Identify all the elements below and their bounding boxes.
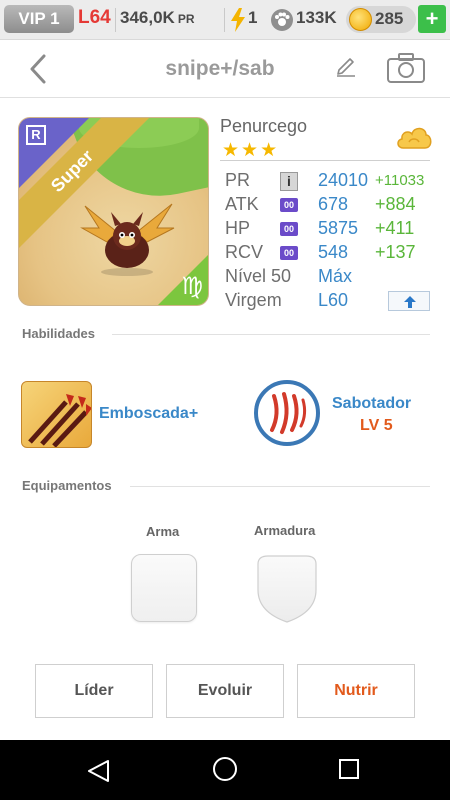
rarity-badge: R <box>26 125 46 145</box>
power-value: 346,0K <box>120 8 175 27</box>
zodiac-level: L60 <box>318 290 349 310</box>
weapon-slot[interactable] <box>131 554 197 622</box>
stat-value: 678 <box>318 194 349 214</box>
evolve-button[interactable]: Evoluir <box>166 664 284 718</box>
paw-count: 133K <box>296 8 337 27</box>
monster-name: Penurcego <box>220 116 308 136</box>
nav-back-icon[interactable] <box>86 758 112 784</box>
claw-marks-icon <box>270 392 307 434</box>
stat-row-rcv: RCV 00 548 +137 <box>225 242 440 266</box>
stat-row-level: Nível 50 Máx <box>225 266 440 290</box>
stat-bonus: +11033 <box>375 172 425 189</box>
add-coins-button[interactable]: + <box>418 5 446 33</box>
weapon-label: Arma <box>146 524 180 539</box>
arrow-up-icon <box>404 296 416 308</box>
stat-bonus: +884 <box>375 194 416 214</box>
level-value: Máx <box>318 266 353 286</box>
armor-label: Armadura <box>254 523 316 538</box>
camera-icon[interactable] <box>386 52 426 84</box>
coin-counter[interactable]: 285 <box>346 6 416 33</box>
passive-skill-name[interactable]: Sabotador <box>332 395 411 413</box>
title-bar: snipe+/sab <box>0 40 450 98</box>
stat-value: 5875 <box>318 218 359 238</box>
arrows-icon <box>28 394 91 447</box>
stat-value: 548 <box>318 242 349 262</box>
stat-row-pr: PR i 24010 +11033 <box>225 170 440 194</box>
nav-home-icon[interactable] <box>213 757 237 781</box>
star-rating: ★★★ <box>222 140 280 161</box>
system-nav-bar <box>0 740 450 800</box>
info-icon[interactable]: i <box>280 172 298 191</box>
paw-icon <box>271 9 293 31</box>
lightning-icon <box>231 8 245 32</box>
stat-label: ATK <box>225 194 259 214</box>
player-level: L64 <box>78 7 111 28</box>
active-skill-icon[interactable] <box>21 381 92 448</box>
pencil-icon[interactable] <box>334 55 358 79</box>
vip-badge[interactable]: VIP 1 <box>4 5 74 33</box>
divider <box>130 486 430 487</box>
monster-portrait[interactable]: Super R ♍ <box>18 117 209 306</box>
stat-row-hp: HP 00 5875 +411 <box>225 218 440 242</box>
active-skill-name[interactable]: Emboscada+ <box>99 405 198 423</box>
armor-slot[interactable] <box>254 554 320 624</box>
player-power: 346,0K PR <box>120 8 195 28</box>
coin-count: 285 <box>375 9 404 28</box>
status-bar: VIP 1 L64 346,0K PR 1 133K 285 + <box>0 0 450 40</box>
divider <box>112 334 430 335</box>
divider <box>220 160 430 161</box>
section-header-skills: Habilidades <box>22 326 95 341</box>
page-title: snipe+/sab <box>165 57 275 80</box>
boost-icon[interactable]: 00 <box>280 246 298 260</box>
zodiac-label: Virgem <box>225 290 282 310</box>
energy-count: 1 <box>248 8 258 27</box>
feed-button[interactable]: Nutrir <box>297 664 415 718</box>
element-cloud-icon[interactable] <box>395 122 433 152</box>
upgrade-button[interactable] <box>388 291 430 311</box>
boost-icon[interactable]: 00 <box>280 222 298 236</box>
level-label: Nível 50 <box>225 266 292 286</box>
coin-icon <box>349 8 372 31</box>
stat-bonus: +411 <box>375 218 415 238</box>
leader-button[interactable]: Líder <box>35 664 153 718</box>
stat-label: PR <box>225 170 251 190</box>
boost-icon[interactable]: 00 <box>280 198 298 212</box>
stat-label: RCV <box>225 242 264 262</box>
passive-skill-icon[interactable] <box>254 380 320 446</box>
section-header-equipment: Equipamentos <box>22 478 112 493</box>
virgo-icon: ♍ <box>181 273 203 300</box>
passive-skill-level: LV 5 <box>360 417 393 434</box>
nav-recents-icon[interactable] <box>339 759 359 779</box>
stat-label: HP <box>225 218 251 238</box>
stat-value: 24010 <box>318 170 369 190</box>
divider <box>115 8 116 32</box>
divider <box>224 8 225 32</box>
stat-bonus: +137 <box>375 242 416 262</box>
power-unit: PR <box>177 12 195 26</box>
stat-row-atk: ATK 00 678 +884 <box>225 194 440 218</box>
